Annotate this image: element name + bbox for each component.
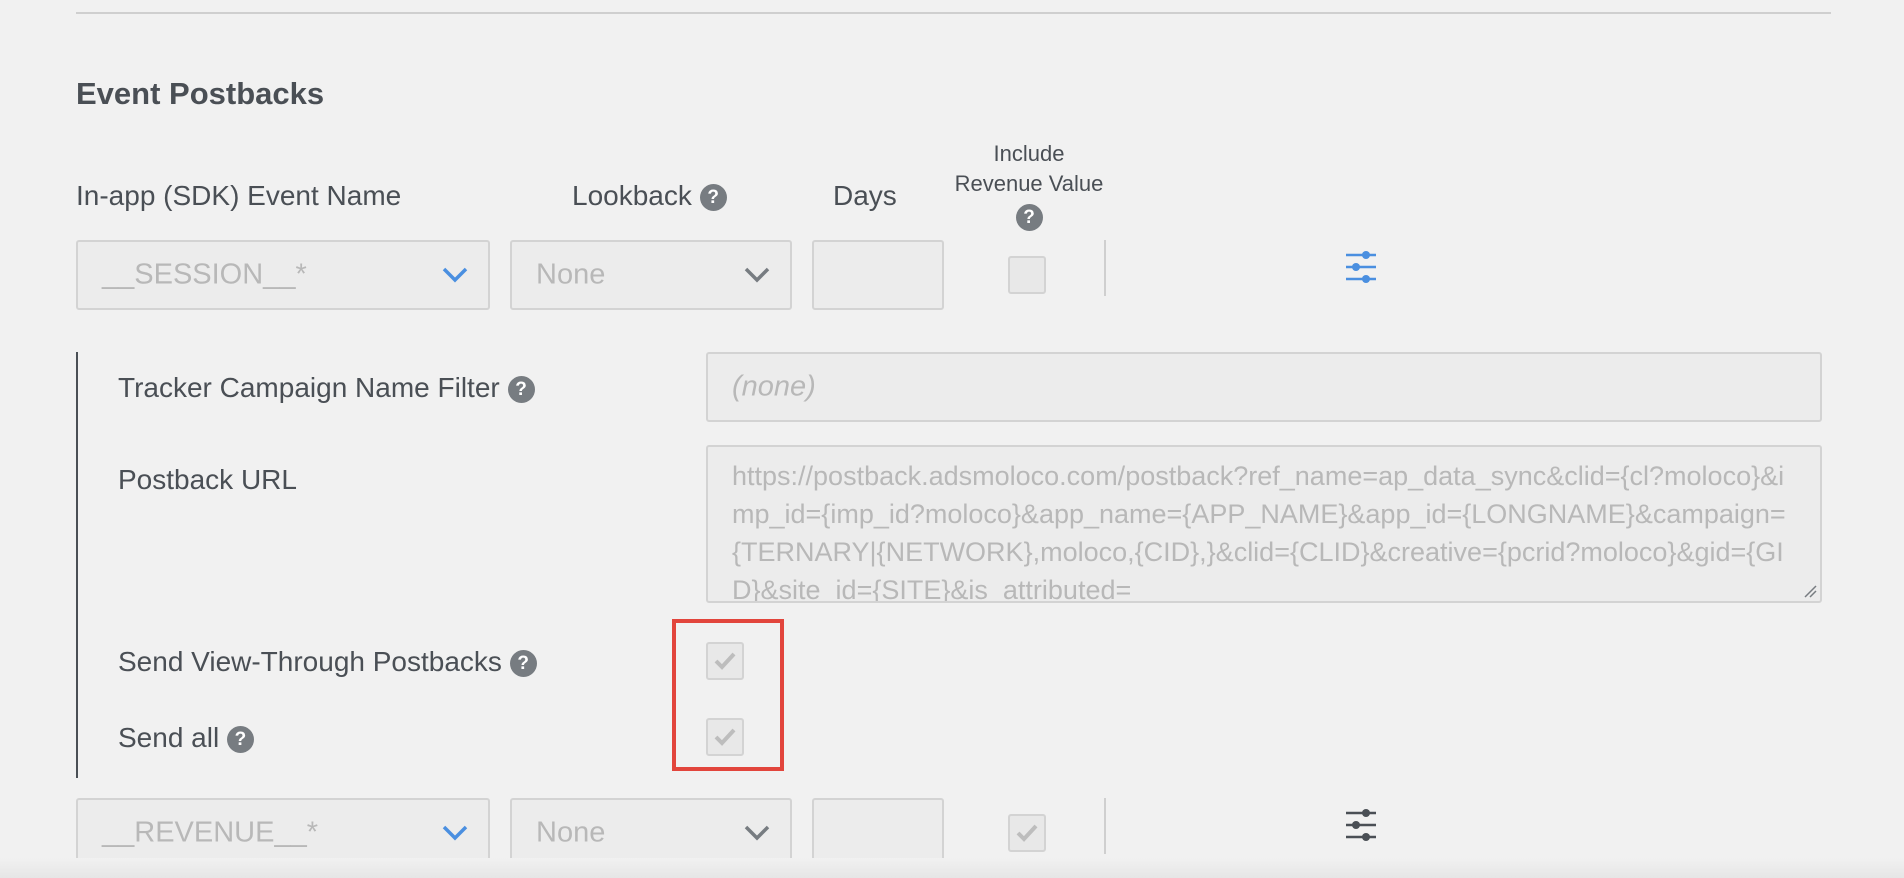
column-header-days: Days [833, 180, 897, 211]
lookback-value: None [536, 258, 606, 291]
campaign-filter-label: Tracker Campaign Name Filter [118, 372, 500, 403]
event-name-value: __SESSION__* [102, 258, 307, 291]
days-input-session[interactable] [812, 240, 944, 310]
chevron-down-icon [744, 825, 770, 841]
column-header-lookback: Lookback ? [572, 180, 727, 212]
include-revenue-help-icon[interactable]: ? [1015, 203, 1043, 231]
highlight-box [672, 619, 784, 771]
send-all-help-icon[interactable]: ? [226, 726, 254, 754]
postback-url-textarea[interactable]: https://postback.adsmoloco.com/postback?… [706, 445, 1822, 603]
section-title: Event Postbacks [76, 76, 325, 111]
row-divider [1104, 798, 1106, 854]
checkmark-icon [1016, 824, 1038, 842]
view-through-row-label: Send View-Through Postbacks ? [118, 646, 537, 678]
campaign-filter-placeholder: (none) [732, 370, 816, 403]
include-revenue-label-line1: Include [993, 141, 1065, 166]
chevron-down-icon [442, 825, 468, 841]
view-through-label: Send View-Through Postbacks [118, 646, 502, 677]
column-header-event-name: In-app (SDK) Event Name [76, 180, 402, 211]
column-header-include-revenue: Include Revenue Value ? [940, 139, 1118, 231]
campaign-filter-row-label: Tracker Campaign Name Filter ? [118, 372, 535, 404]
include-revenue-checkbox-revenue[interactable] [1008, 814, 1046, 852]
include-revenue-label-line2: Revenue Value [954, 171, 1104, 196]
lookback-help-icon[interactable]: ? [699, 184, 727, 212]
postback-url-value: https://postback.adsmoloco.com/postback?… [732, 461, 1786, 603]
chevron-down-icon [442, 267, 468, 283]
top-divider [76, 12, 1831, 14]
send-all-row-label: Send all ? [118, 722, 254, 754]
include-revenue-checkbox-session[interactable] [1008, 256, 1046, 294]
lookback-select-session[interactable]: None [510, 240, 792, 310]
resize-handle-icon[interactable] [1803, 584, 1817, 598]
sliders-icon[interactable] [1344, 808, 1378, 844]
chevron-down-icon [744, 267, 770, 283]
campaign-filter-input[interactable]: (none) [706, 352, 1822, 422]
postback-url-label: Postback URL [118, 464, 297, 495]
send-all-label: Send all [118, 722, 220, 753]
row-divider [1104, 240, 1106, 296]
details-left-bar [76, 352, 78, 778]
campaign-filter-help-icon[interactable]: ? [507, 376, 535, 404]
sliders-icon[interactable] [1344, 250, 1378, 286]
lookback-value: None [536, 816, 606, 849]
event-name-value: __REVENUE__* [102, 816, 318, 849]
event-name-select-session[interactable]: __SESSION__* [76, 240, 490, 310]
bottom-fade [0, 858, 1904, 878]
lookback-label: Lookback [572, 180, 692, 211]
view-through-help-icon[interactable]: ? [509, 650, 537, 678]
